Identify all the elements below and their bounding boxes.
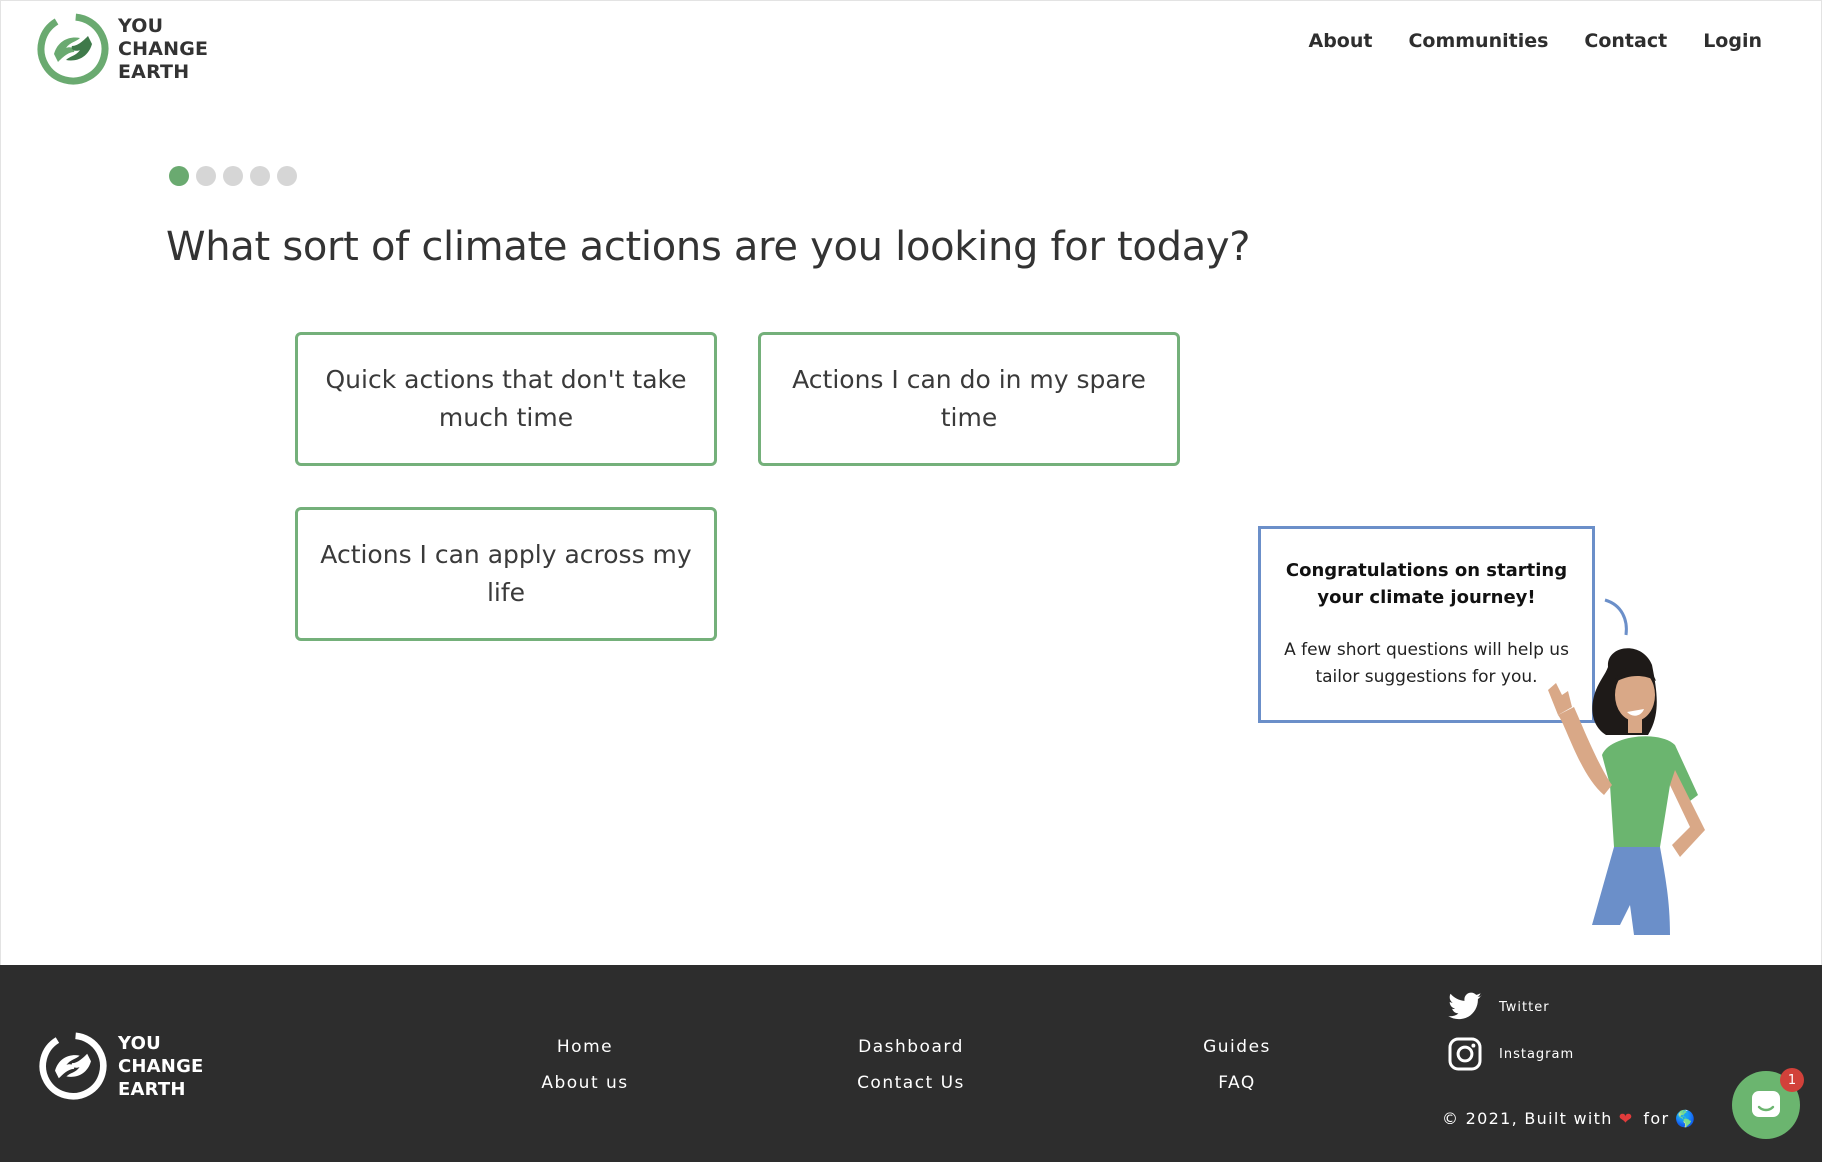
footer-logo-line-3: EARTH [118,1078,186,1100]
copyright-prefix: © 2021, Built with [1442,1109,1613,1128]
logo-line-1: YOU [118,14,164,37]
progress-dot-3 [223,166,243,186]
progress-dots [169,166,297,186]
site-header: YOU CHANGE EARTH About Communities Conta… [0,0,1822,100]
hands-earth-logo-icon [37,13,109,85]
logo-line-2: CHANGE [118,37,209,60]
social-twitter-link[interactable]: Twitter [1447,989,1550,1025]
option-label: Quick actions that don't take much time [325,365,687,432]
instagram-label: Instagram [1499,1046,1575,1062]
footer-column-2: Dashboard Contact Us [811,1029,1011,1101]
footer-link-faq[interactable]: FAQ [1137,1065,1337,1101]
option-label: Actions I can do in my spare time [792,365,1146,432]
header-logo[interactable]: YOU CHANGE EARTH [36,12,208,86]
footer-logo-line-1: YOU [118,1032,161,1054]
footer-logo[interactable]: YOU CHANGE EARTH [38,1031,204,1101]
footer-link-contact-us[interactable]: Contact Us [811,1065,1011,1101]
option-quick-actions[interactable]: Quick actions that don't take much time [295,332,717,466]
logo-line-3: EARTH [118,60,190,83]
progress-dot-4 [250,166,270,186]
footer-link-guides[interactable]: Guides [1137,1029,1337,1065]
heart-icon: ❤ [1618,1109,1634,1128]
logo-wordmark: YOU CHANGE EARTH [118,15,208,84]
twitter-icon [1448,992,1482,1020]
footer-link-home[interactable]: Home [485,1029,685,1065]
footer-column-1: Home About us [485,1029,685,1101]
progress-dot-1 [169,166,189,186]
footer-column-3: Guides FAQ [1137,1029,1337,1101]
nav-about[interactable]: About [1308,30,1372,52]
nav-communities[interactable]: Communities [1408,30,1548,52]
chat-icon [1752,1091,1780,1117]
social-instagram-link[interactable]: Instagram [1447,1036,1574,1072]
hands-earth-logo-white-icon [39,1032,107,1100]
waving-woman-illustration [1548,598,1705,935]
option-across-life[interactable]: Actions I can apply across my life [295,507,717,641]
copyright-middle: for [1643,1109,1670,1128]
chat-unread-badge: 1 [1780,1068,1804,1092]
option-label: Actions I can apply across my life [320,540,692,607]
option-spare-time[interactable]: Actions I can do in my spare time [758,332,1180,466]
nav-login[interactable]: Login [1703,30,1762,52]
twitter-label: Twitter [1499,999,1550,1015]
footer-logo-line-2: CHANGE [118,1055,204,1077]
footer-link-about-us[interactable]: About us [485,1065,685,1101]
copyright-notice: © 2021, Built with ❤ for 🌎 [1442,1109,1697,1128]
progress-dot-5 [277,166,297,186]
main-nav: About Communities Contact Login [1308,30,1762,52]
globe-icon: 🌎 [1675,1109,1697,1128]
footer-link-dashboard[interactable]: Dashboard [811,1029,1011,1065]
site-footer: YOU CHANGE EARTH Home About us Dashboard… [0,965,1822,1162]
footer-logo-wordmark: YOU CHANGE EARTH [118,1032,204,1101]
nav-contact[interactable]: Contact [1584,30,1667,52]
question-title: What sort of climate actions are you loo… [166,224,1251,270]
instagram-icon [1448,1037,1482,1071]
progress-dot-2 [196,166,216,186]
